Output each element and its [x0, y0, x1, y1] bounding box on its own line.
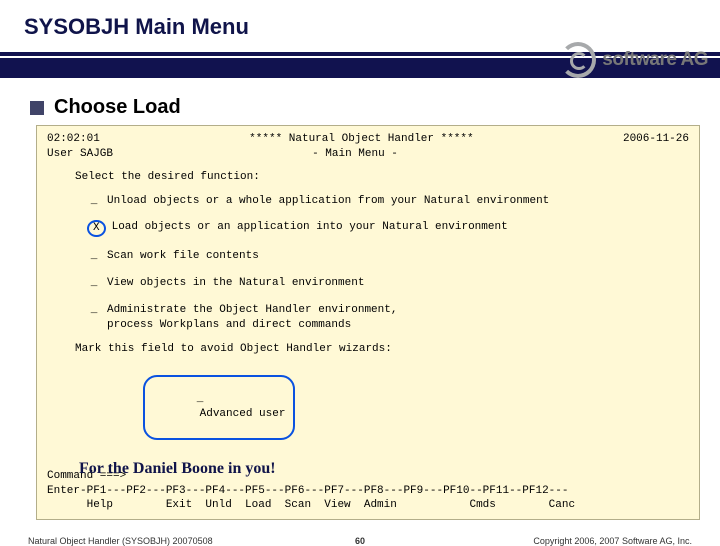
term-avoid-label: Mark this field to avoid Object Handler …	[47, 342, 689, 357]
advanced-user-mark[interactable]: _	[193, 392, 207, 407]
option-row-0[interactable]: _ Unload objects or a whole application f…	[47, 191, 689, 212]
term-date: 2006-11-26	[623, 132, 689, 147]
software-ag-logo: software AG	[560, 42, 708, 78]
pf-labels-row: Help Exit Unld Load Scan View Admin Cmds…	[47, 498, 689, 513]
bullet-choose-load: Choose Load	[0, 84, 720, 123]
advanced-user-label: Advanced user	[200, 408, 286, 420]
bullet-label: Choose Load	[54, 96, 181, 119]
pf-keys-row: Enter-PF1---PF2---PF3---PF4---PF5---PF6-…	[47, 484, 689, 499]
option-text: Unload objects or a whole application fr…	[107, 194, 549, 209]
option-mark[interactable]: _	[87, 249, 101, 264]
term-header: ***** Natural Object Handler *****	[249, 132, 473, 147]
term-time: 02:02:01	[47, 132, 100, 147]
page-number: 60	[249, 536, 470, 546]
option-mark[interactable]: X	[87, 220, 106, 237]
footer-left: Natural Object Handler (SYSOBJH) 2007050…	[28, 536, 249, 546]
slogan-text: For the Daniel Boone in you!	[79, 458, 276, 480]
header-bar: software AG	[0, 46, 720, 84]
option-mark[interactable]: _	[87, 276, 101, 291]
option-row-4[interactable]: _Administrate the Object Handler environ…	[47, 300, 689, 336]
option-text: Load objects or an application into your…	[112, 220, 508, 237]
option-row-2[interactable]: _ Scan work file contents	[47, 246, 689, 267]
option-mark[interactable]: _	[87, 303, 101, 333]
footer-right: Copyright 2006, 2007 Software AG, Inc.	[471, 536, 692, 546]
term-prompt: Select the desired function:	[47, 170, 689, 185]
option-text: Scan work file contents	[107, 249, 259, 264]
term-user: User SAJGB	[47, 147, 113, 162]
option-text: Administrate the Object Handler environm…	[107, 303, 397, 333]
slide-footer: Natural Object Handler (SYSOBJH) 2007050…	[0, 524, 720, 546]
terminal-panel: 02:02:01 ***** Natural Object Handler **…	[36, 125, 700, 520]
square-bullet-icon	[30, 101, 44, 115]
page-title: SYSOBJH Main Menu	[0, 0, 720, 46]
option-row-3[interactable]: _ View objects in the Natural environment	[47, 273, 689, 294]
option-mark[interactable]: _	[87, 194, 101, 209]
advanced-user-oval[interactable]: _ Advanced user	[143, 375, 295, 439]
logo-swirl-icon	[560, 42, 596, 78]
option-text: View objects in the Natural environment	[107, 276, 364, 291]
logo-text: software AG	[602, 49, 708, 71]
term-subtitle: - Main Menu -	[312, 147, 398, 162]
option-row-1[interactable]: X Load objects or an application into you…	[47, 217, 689, 240]
